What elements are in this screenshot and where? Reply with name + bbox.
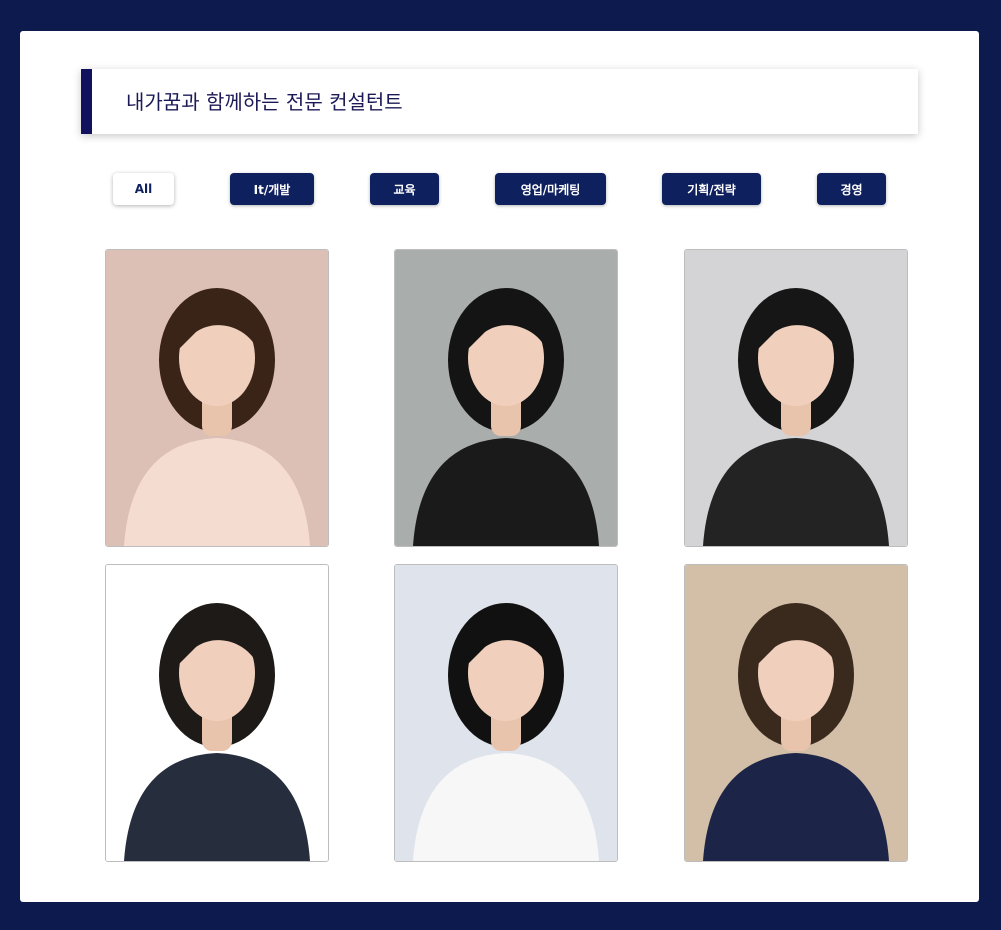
consultant-card[interactable] xyxy=(394,249,618,547)
filter-sales-marketing-button[interactable]: 영업/마케팅 xyxy=(495,173,606,205)
consultant-photo xyxy=(106,565,328,861)
consultant-card[interactable] xyxy=(684,249,908,547)
category-filter-bar: All It/개발 교육 영업/마케팅 기획/전략 경영 xyxy=(20,173,979,207)
filter-planning-strategy-button[interactable]: 기획/전략 xyxy=(662,173,761,205)
filter-all-button[interactable]: All xyxy=(113,173,174,205)
consultant-card[interactable] xyxy=(684,564,908,862)
consultant-card[interactable] xyxy=(105,249,329,547)
filter-education-button[interactable]: 교육 xyxy=(370,173,439,205)
consultants-panel: 내가꿈과 함께하는 전문 컨설턴트 All It/개발 교육 영업/마케팅 기획… xyxy=(20,31,979,902)
consultant-photo xyxy=(685,565,907,861)
consultant-photo xyxy=(395,250,617,546)
consultant-photo xyxy=(395,565,617,861)
section-title: 내가꿈과 함께하는 전문 컨설턴트 xyxy=(126,90,403,114)
filter-management-button[interactable]: 경영 xyxy=(817,173,886,205)
consultant-photo xyxy=(685,250,907,546)
filter-it-dev-button[interactable]: It/개발 xyxy=(230,173,314,205)
consultant-photo xyxy=(106,250,328,546)
consultant-card[interactable] xyxy=(394,564,618,862)
consultant-card[interactable] xyxy=(105,564,329,862)
section-header: 내가꿈과 함께하는 전문 컨설턴트 xyxy=(81,69,918,134)
